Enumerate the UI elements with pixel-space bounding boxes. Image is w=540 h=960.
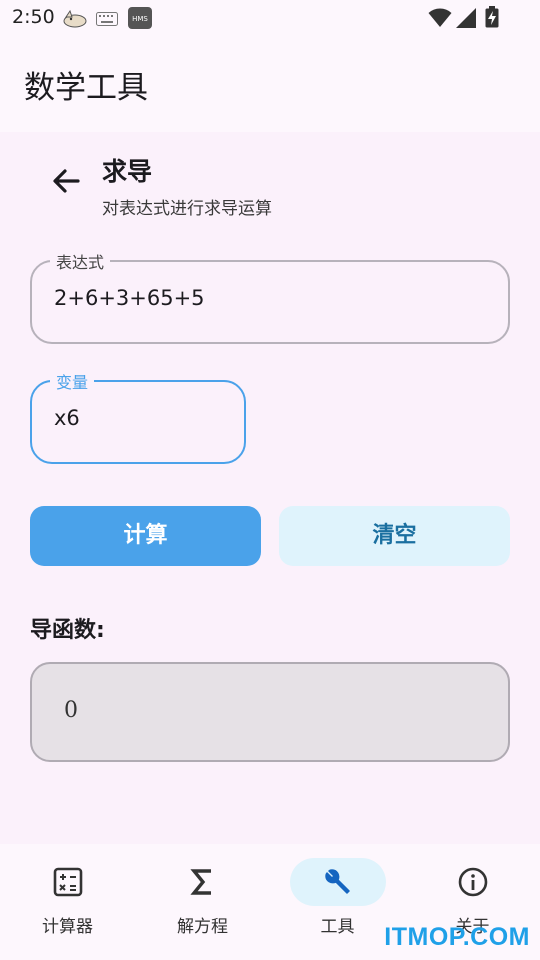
variable-label: 变量 <box>50 369 95 393</box>
info-icon <box>458 867 487 897</box>
expression-input[interactable]: 2+6+3+65+5 <box>54 286 205 310</box>
cat-icon <box>62 7 88 33</box>
page-subtitle: 对表达式进行求导运算 <box>102 199 272 219</box>
sigma-icon <box>189 869 211 895</box>
hms-icon: HMS <box>128 7 152 33</box>
result-label: 导函数: <box>30 618 105 643</box>
keyboard-icon <box>96 11 118 30</box>
calculator-icon <box>53 867 82 897</box>
watermark: ITMOP.COM <box>384 923 530 951</box>
result-box: 0 <box>30 662 510 762</box>
expression-label: 表达式 <box>50 249 111 273</box>
battery-icon <box>485 6 499 32</box>
expression-field[interactable]: 表达式 2+6+3+65+5 <box>30 249 510 344</box>
signal-icon <box>456 8 476 32</box>
nav-item-calculator[interactable]: 计算器 <box>0 844 135 960</box>
calculate-button[interactable]: 计算 <box>30 506 261 566</box>
nav-label-calculator: 计算器 <box>42 917 93 937</box>
hms-badge-text: HMS <box>132 15 148 23</box>
app-bar: 数学工具 <box>0 36 540 132</box>
wifi-icon <box>428 8 452 32</box>
status-bar: 2:50 HMS <box>0 0 540 36</box>
page-title: 求导 <box>102 157 153 186</box>
result-value: 0 <box>64 698 78 723</box>
app-title: 数学工具 <box>24 70 148 106</box>
status-time: 2:50 <box>12 6 55 28</box>
nav-label-equations: 解方程 <box>177 917 228 937</box>
nav-item-equations[interactable]: 解方程 <box>135 844 270 960</box>
clear-button[interactable]: 清空 <box>279 506 510 566</box>
variable-input[interactable]: x6 <box>54 406 80 430</box>
arrow-back-icon <box>53 169 80 193</box>
wrench-icon <box>324 869 350 894</box>
back-button[interactable] <box>48 164 86 198</box>
variable-field[interactable]: 变量 x6 <box>30 369 246 464</box>
